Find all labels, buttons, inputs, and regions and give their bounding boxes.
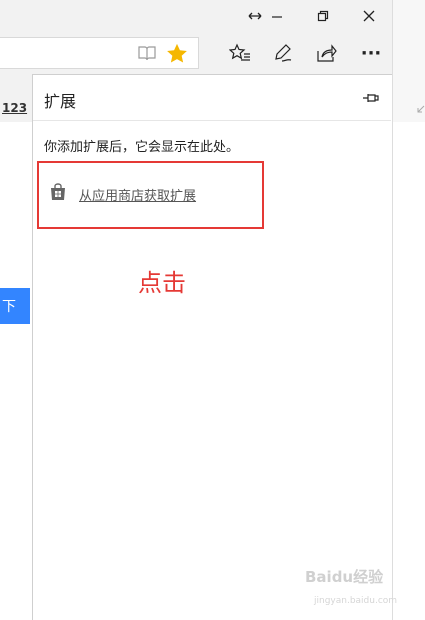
star-icon[interactable] xyxy=(166,43,188,68)
arrow-icon xyxy=(417,98,425,117)
store-link[interactable]: 从应用商店获取扩展 xyxy=(49,183,196,205)
right-edge-strip xyxy=(392,0,425,620)
extensions-panel: 扩展 你添加扩展后，它会显示在此处。 从应用商店获取扩展 点击 xyxy=(32,74,392,620)
address-bar[interactable] xyxy=(0,37,199,69)
watermark: Baidu经验 xyxy=(305,568,384,586)
store-bag-icon xyxy=(49,183,67,205)
pen-icon[interactable] xyxy=(263,32,303,74)
browser-toolbar: ··· xyxy=(0,32,392,74)
minimize-button[interactable] xyxy=(254,0,300,32)
watermark-subtext: jingyan.baidu.com xyxy=(314,596,398,606)
empty-message: 你添加扩展后，它会显示在此处。 xyxy=(44,140,240,155)
highlight-box: 从应用商店获取扩展 xyxy=(37,161,264,229)
more-button[interactable]: ··· xyxy=(351,32,391,74)
restore-button[interactable] xyxy=(300,0,346,32)
book-icon[interactable] xyxy=(137,44,157,66)
panel-title: 扩展 xyxy=(44,92,77,111)
pin-icon[interactable] xyxy=(361,89,381,107)
favorites-list-icon[interactable] xyxy=(220,32,260,74)
store-link-label[interactable]: 从应用商店获取扩展 xyxy=(79,185,196,204)
title-bar xyxy=(0,0,392,32)
share-icon[interactable] xyxy=(306,32,346,74)
page-link[interactable]: 123 xyxy=(2,101,32,115)
web-page-area: 123 下 xyxy=(0,74,32,620)
close-button[interactable] xyxy=(346,0,392,32)
click-annotation: 点击 xyxy=(138,269,186,297)
search-button[interactable]: 下 xyxy=(0,288,30,324)
panel-header: 扩展 xyxy=(33,75,391,121)
